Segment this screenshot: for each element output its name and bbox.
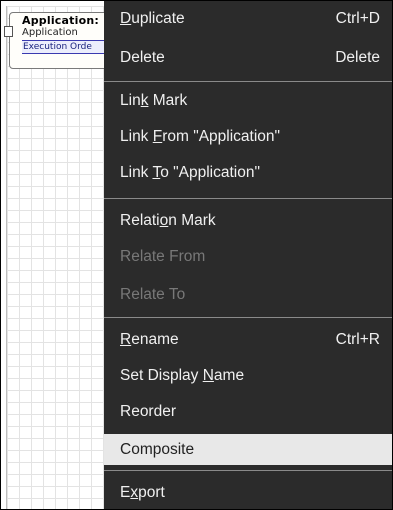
node-title: Application: <box>22 14 99 27</box>
menu-item-export[interactable]: Export <box>104 478 392 508</box>
menu-item-reorder[interactable]: Reorder <box>104 397 392 427</box>
diagram-canvas[interactable] <box>6 6 107 509</box>
menu-item-link-from[interactable]: Link From "Application" <box>104 122 392 152</box>
context-menu: Duplicate Ctrl+D Delete Delete Link Mark… <box>104 1 392 509</box>
menu-item-composite[interactable]: Composite <box>104 434 392 465</box>
menu-item-rename[interactable]: Rename Ctrl+R <box>104 325 392 355</box>
menu-separator <box>104 198 392 199</box>
node-type-label: Application <box>22 27 78 38</box>
menu-item-set-display-name[interactable]: Set Display Name <box>104 361 392 391</box>
menu-item-relate-from: Relate From <box>120 248 206 265</box>
menu-separator <box>104 470 392 471</box>
menu-separator <box>104 81 392 82</box>
shortcut-label: Ctrl+R <box>335 331 380 348</box>
menu-item-delete[interactable]: Delete Delete <box>104 43 392 73</box>
menu-item-relate-to: Relate To <box>120 286 186 303</box>
shortcut-label: Delete <box>335 49 380 66</box>
menu-item-duplicate[interactable]: Duplicate Ctrl+D <box>104 4 392 34</box>
shortcut-label: Ctrl+D <box>335 10 380 27</box>
screenshot-frame: Application: Application Execution Orde … <box>0 0 393 510</box>
menu-item-link-to[interactable]: Link To "Application" <box>104 158 392 188</box>
menu-separator <box>104 317 392 318</box>
node-port-handle[interactable] <box>4 26 13 37</box>
menu-item-relation-mark[interactable]: Relation Mark <box>104 206 392 236</box>
menu-item-link-mark[interactable]: Link Mark <box>104 86 392 116</box>
